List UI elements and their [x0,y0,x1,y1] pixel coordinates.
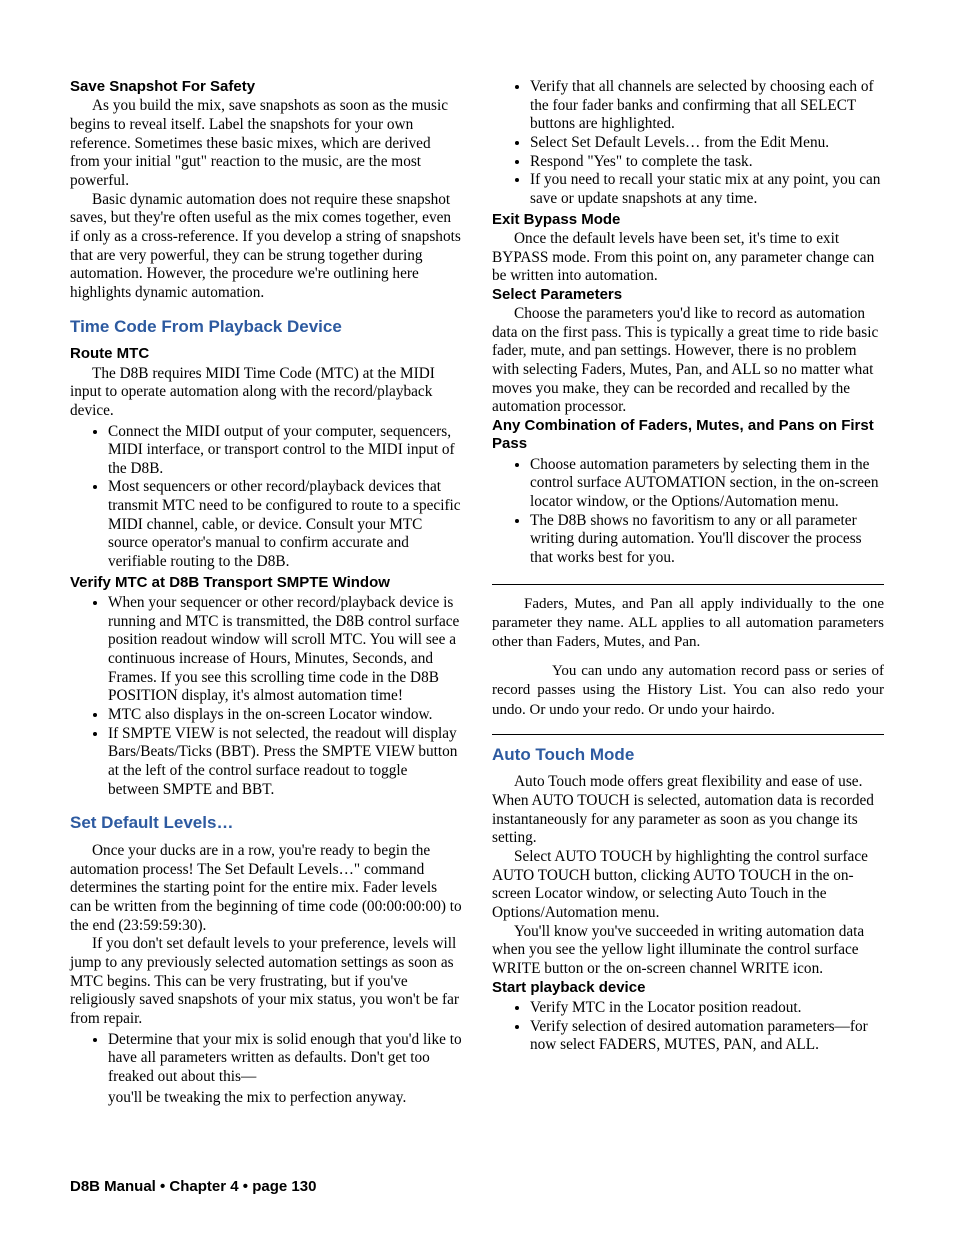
list-item: Verify MTC in the Locator position reado… [530,999,884,1018]
separator-line [492,584,884,585]
list-item: Choose automation parameters by selectin… [530,456,884,512]
heading-auto-touch: Auto Touch Mode [492,745,884,766]
list-right-top: Verify that all channels are selected by… [492,78,884,209]
list-item: The D8B shows no favoritism to any or al… [530,512,884,568]
page-footer: D8B Manual • Chapter 4 • page 130 [70,1178,316,1195]
para: Once your ducks are in a row, you're rea… [70,842,462,935]
list-verify-mtc: When your sequencer or other record/play… [70,594,462,799]
heading-select-params: Select Parameters [492,286,884,304]
heading-route-mtc: Route MTC [70,345,462,363]
heading-set-default: Set Default Levels… [70,813,462,834]
para: Choose the parameters you'd like to reco… [492,305,884,417]
list-item: MTC also displays in the on-screen Locat… [108,706,462,725]
note-para: Faders, Mutes, and Pan all apply individ… [492,595,884,653]
body-columns: Save Snapshot For Safety As you build th… [70,78,884,1138]
separator-line [492,734,884,735]
list-item: Connect the MIDI output of your computer… [108,423,462,479]
para: Basic dynamic automation does not requir… [70,191,462,303]
para: Once the default levels have been set, i… [492,230,884,286]
para: As you build the mix, save snapshots as … [70,97,462,190]
heading-exit-bypass: Exit Bypass Mode [492,211,884,229]
heading-save-snapshot: Save Snapshot For Safety [70,78,462,96]
list-set-default: Determine that your mix is solid enough … [70,1031,462,1087]
list-item: Verify selection of desired automation p… [530,1018,884,1055]
para: You'll know you've succeeded in writing … [492,923,884,979]
note-block: Faders, Mutes, and Pan all apply individ… [492,584,884,735]
list-start-playback: Verify MTC in the Locator position reado… [492,999,884,1055]
heading-any-combination: Any Combination of Faders, Mutes, and Pa… [492,417,884,454]
list-item: Select Set Default Levels… from the Edit… [530,134,884,153]
para-continuation: you'll be tweaking the mix to perfection… [70,1089,462,1108]
heading-time-code: Time Code From Playback Device [70,317,462,338]
para: Auto Touch mode offers great flexibility… [492,773,884,848]
list-route-mtc: Connect the MIDI output of your computer… [70,423,462,572]
list-item: When your sequencer or other record/play… [108,594,462,706]
list-item: If you need to recall your static mix at… [530,171,884,208]
para: If you don't set default levels to your … [70,935,462,1028]
list-item: Determine that your mix is solid enough … [108,1031,462,1087]
note-para: You can undo any automation record pass … [492,662,884,720]
list-combination: Choose automation parameters by selectin… [492,456,884,568]
list-item: Most sequencers or other record/playback… [108,478,462,571]
para: Select AUTO TOUCH by highlighting the co… [492,848,884,923]
heading-start-playback: Start playback device [492,979,884,997]
list-item: Verify that all channels are selected by… [530,78,884,134]
heading-verify-mtc: Verify MTC at D8B Transport SMPTE Window [70,574,462,592]
para: The D8B requires MIDI Time Code (MTC) at… [70,365,462,421]
list-item: If SMPTE VIEW is not selected, the reado… [108,725,462,800]
list-item: Respond "Yes" to complete the task. [530,153,884,172]
page: Save Snapshot For Safety As you build th… [0,0,954,1235]
